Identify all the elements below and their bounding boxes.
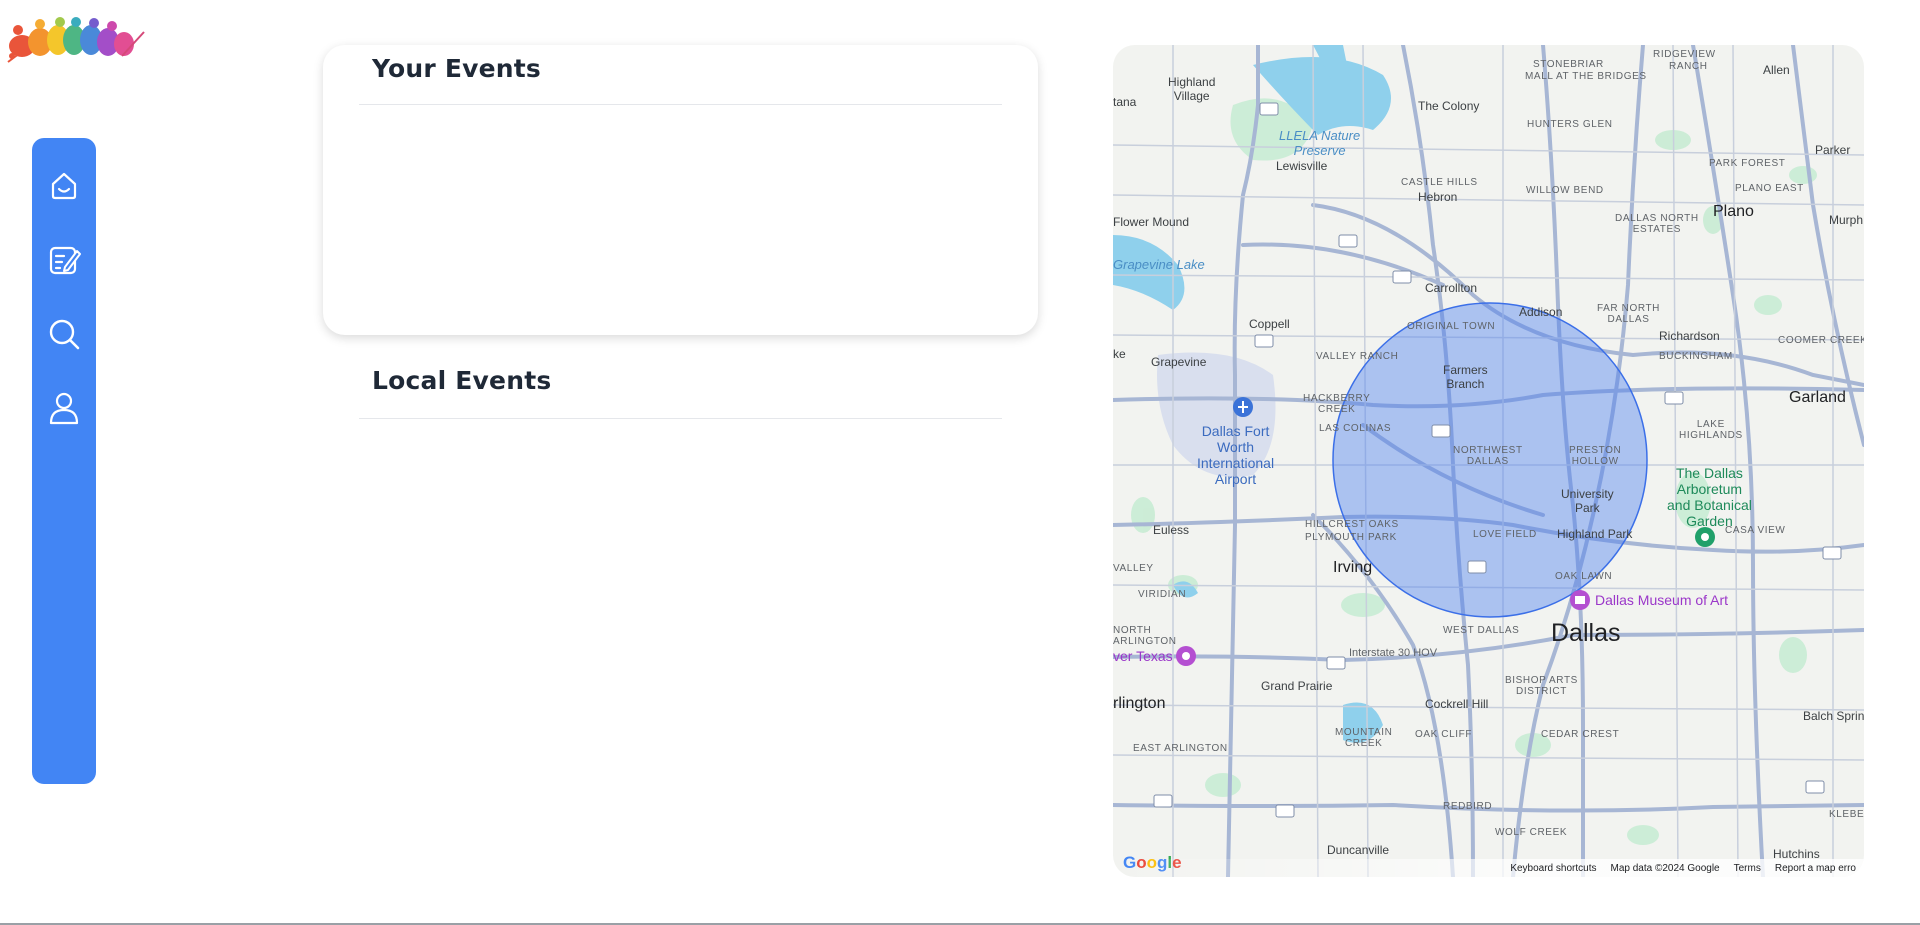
map-footer: Keyboard shortcuts Map data ©2024 Google…	[1113, 859, 1864, 877]
map-label-lake-highlands: LAKE HIGHLANDS	[1679, 419, 1743, 441]
terms-link[interactable]: Terms	[1734, 863, 1761, 874]
map-label-irving: Irving	[1333, 559, 1373, 576]
map-label-oak-lawn: OAK LAWN	[1555, 571, 1613, 582]
map-label-university-park: University Park	[1561, 487, 1614, 515]
local-events-title: Local Events	[372, 366, 552, 395]
map-label-plano-east: PLANO EAST	[1735, 183, 1804, 194]
search-icon	[49, 319, 80, 350]
map-label-grapevine-lake: Grapevine Lake	[1113, 257, 1205, 272]
map-label-far-north-dallas: FAR NORTH DALLAS	[1597, 303, 1660, 325]
sidebar-item-profile[interactable]	[46, 390, 82, 426]
map-label-tana: tana	[1113, 95, 1137, 109]
app-logo[interactable]	[4, 12, 146, 64]
map-label-northwest-dallas: NORTHWEST DALLAS	[1453, 445, 1523, 467]
map-label-willow-bend: WILLOW BEND	[1526, 185, 1604, 196]
map-label-flower-mound: Flower Mound	[1113, 215, 1190, 229]
sidebar-item-home[interactable]	[46, 168, 82, 204]
map-label-grand-prairie: Grand Prairie	[1261, 679, 1333, 693]
map-label-duncanville: Duncanville	[1327, 843, 1390, 857]
map-label-parker: Parker	[1815, 143, 1851, 157]
sidebar-item-create-event[interactable]	[46, 242, 82, 278]
local-events-divider	[359, 418, 1002, 419]
map-label-interstate-30: Interstate 30 HOV	[1349, 647, 1438, 659]
map-label-allen: Allen	[1763, 63, 1790, 77]
map-label-dallas-north-estates: DALLAS NORTH ESTATES	[1615, 213, 1699, 235]
sidebar-nav	[32, 138, 96, 784]
your-events-list	[359, 110, 1002, 320]
map-label-balch-springs: Balch Sprin	[1803, 709, 1864, 723]
map-label-dallas-museum: Dallas Museum of Art	[1595, 592, 1729, 608]
map-label-redbird: REDBIRD	[1443, 801, 1493, 812]
map-label-love-field: LOVE FIELD	[1473, 529, 1537, 540]
map-label-mall: MALL AT THE BRIDGES	[1525, 71, 1647, 82]
map-label-hackberry-creek: HACKBERRY CREEK	[1303, 393, 1371, 415]
map-label-farmers-branch: Farmers Branch	[1443, 363, 1488, 391]
your-events-title: Your Events	[372, 54, 541, 83]
map-label-carrollton: Carrollton	[1425, 281, 1478, 295]
map-label-dfw-airport: Dallas Fort Worth International Airport	[1197, 423, 1275, 487]
report-map-error-link[interactable]: Report a map erro	[1775, 863, 1856, 874]
sports-silhouettes-logo	[7, 17, 145, 63]
map-label-viridian: VIRIDIAN	[1138, 589, 1187, 600]
map-label-preston-hollow: PRESTON HOLLOW	[1569, 445, 1622, 467]
map-label-castle-hills: CASTLE HILLS	[1401, 177, 1478, 188]
map-label-lewisville: Lewisville	[1276, 159, 1328, 173]
map-label-highland-village: Highland Village	[1168, 75, 1216, 103]
keyboard-shortcuts-link[interactable]: Keyboard shortcuts	[1510, 863, 1596, 874]
map-label-plano: Plano	[1713, 203, 1754, 220]
user-icon	[49, 392, 79, 425]
map-label-bishop-arts: BISHOP ARTS DISTRICT	[1505, 675, 1578, 697]
your-events-divider	[359, 104, 1002, 105]
map-label-ranch: RANCH	[1669, 61, 1708, 72]
map-label-cockrell-hill: Cockrell Hill	[1425, 697, 1489, 711]
map-label-llela: LLELA Nature Preserve	[1279, 128, 1361, 158]
sidebar-item-search[interactable]	[46, 316, 82, 352]
map-label-north-arlington: NORTH ARLINGTON	[1113, 625, 1177, 647]
map-label-ridgeview: RIDGEVIEW	[1653, 49, 1716, 60]
map-label-las-colinas: LAS COLINAS	[1319, 423, 1392, 434]
map-label-west-dallas: WEST DALLAS	[1443, 625, 1520, 636]
map-data-text: Map data ©2024 Google	[1610, 862, 1720, 874]
map-label-hillcrest-oaks: HILLCREST OAKS	[1305, 519, 1399, 530]
map-label-stonebriar: STONEBRIAR	[1533, 59, 1604, 70]
map-label-buckingham: BUCKINGHAM	[1659, 351, 1733, 362]
map-label-mountain-creek: MOUNTAIN CREEK	[1335, 727, 1393, 749]
map-label-oak-cliff: OAK CLIFF	[1415, 729, 1473, 740]
map-label-murphy: Murph	[1829, 213, 1864, 227]
local-events-list	[359, 424, 1002, 864]
map-label-casa-view: CASA VIEW	[1725, 525, 1786, 536]
map-label-wolf-creek: WOLF CREEK	[1495, 827, 1568, 838]
map-label-ke: ke	[1113, 347, 1126, 361]
map-label-euless: Euless	[1153, 523, 1190, 537]
map-label-attraction: ver Texas	[1113, 648, 1173, 664]
map-label-arlington: rlington	[1113, 695, 1166, 712]
edit-note-icon	[49, 246, 81, 275]
map-label-addison: Addison	[1519, 305, 1563, 319]
map-label-hunters-glen: HUNTERS GLEN	[1527, 119, 1613, 130]
map-label-valley: VALLEY	[1113, 563, 1154, 574]
map-label-highland-park: Highland Park	[1557, 527, 1633, 541]
map-label-arboretum: The Dallas Arboretum and Botanical Garde…	[1667, 465, 1752, 529]
map-label-the-colony: The Colony	[1418, 99, 1480, 113]
map-label-valley-ranch: VALLEY RANCH	[1316, 351, 1399, 362]
map-label-grapevine: Grapevine	[1151, 355, 1207, 369]
map-label-coppell: Coppell	[1249, 317, 1290, 331]
map-label-park-forest: PARK FOREST	[1709, 158, 1786, 169]
map-label-east-arlington: EAST ARLINGTON	[1133, 743, 1228, 754]
map-label-dallas: Dallas	[1551, 619, 1621, 647]
map-label-kleberg: KLEBER	[1829, 809, 1864, 820]
map-label-hebron: Hebron	[1418, 190, 1458, 204]
map-label-coomer-creek: COOMER CREEK	[1778, 335, 1864, 346]
map-label-garland: Garland	[1789, 389, 1846, 406]
map-label-plymouth-park: PLYMOUTH PARK	[1305, 532, 1397, 543]
home-icon	[51, 172, 77, 200]
map-label-original-town: ORIGINAL TOWN	[1407, 321, 1496, 332]
map-label-richardson: Richardson	[1659, 329, 1720, 343]
map-view[interactable]: STONEBRIAR MALL AT THE BRIDGES RIDGEVIEW…	[1113, 45, 1864, 877]
map-label-cedar-crest: CEDAR CREST	[1541, 729, 1620, 740]
